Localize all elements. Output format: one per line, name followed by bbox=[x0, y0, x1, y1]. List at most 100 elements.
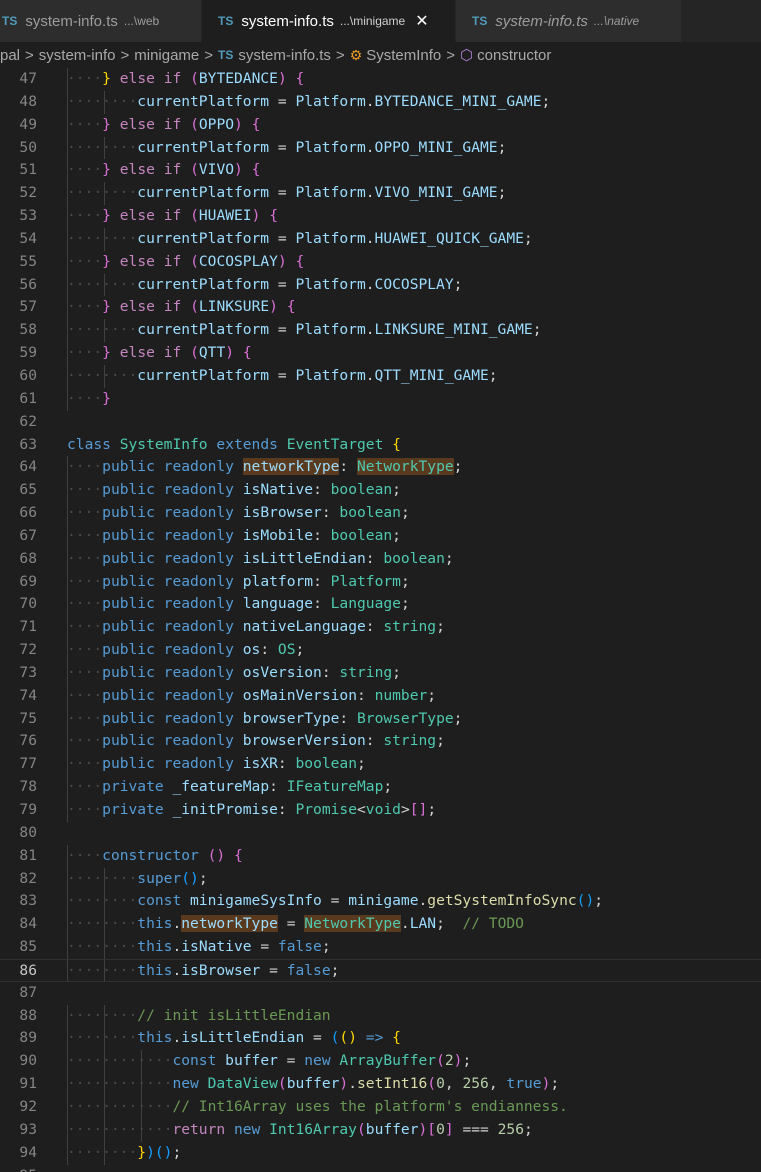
code-line[interactable]: 53 ····} else if (HUAWEI) { bbox=[0, 205, 761, 228]
code-line[interactable]: 70 ····public readonly language: Language… bbox=[0, 593, 761, 617]
code-line[interactable]: 74 ····public readonly osMainVersion: num… bbox=[0, 684, 761, 708]
breadcrumb-item-pal[interactable]: pal bbox=[0, 47, 20, 64]
code-line[interactable]: 81 ····constructor () { bbox=[0, 844, 761, 868]
breadcrumb-item-minigame[interactable]: minigame bbox=[134, 47, 199, 64]
code-token: else bbox=[119, 344, 155, 362]
code-token: Platform bbox=[295, 184, 366, 202]
code-line[interactable]: 64 ····public readonly networkType: Netwo… bbox=[0, 456, 761, 480]
code-token: const bbox=[172, 1052, 217, 1070]
code-line[interactable]: 50 ········currentPlatform = Platform.OPP… bbox=[0, 136, 761, 160]
code-line[interactable]: 83 ········const minigameSysInfo = miniga… bbox=[0, 890, 761, 914]
code-token: false bbox=[277, 938, 322, 956]
code-line[interactable]: 75 ····public readonly browserType: Brows… bbox=[0, 707, 761, 731]
code-token: () bbox=[181, 869, 199, 887]
breadcrumb-item-system-info[interactable]: system-info bbox=[39, 47, 116, 64]
code-line[interactable]: 73 ····public readonly osVersion: string; bbox=[0, 661, 761, 685]
code-content: ····public readonly osMainVersion: numbe… bbox=[67, 685, 436, 708]
breadcrumb-item-class[interactable]: SystemInfo bbox=[366, 47, 441, 64]
typescript-file-icon: TS bbox=[218, 48, 234, 62]
tab-system-info-web[interactable]: TS system-info.ts ...\web bbox=[0, 0, 202, 42]
code-line[interactable]: 91 ············new DataView(buffer).setIn… bbox=[0, 1073, 761, 1096]
close-icon[interactable]: ✕ bbox=[415, 11, 428, 31]
code-line[interactable]: 87 bbox=[0, 982, 761, 1005]
code-token: ) bbox=[146, 1143, 155, 1161]
code-line[interactable]: 48 ········currentPlatform = Platform.BYT… bbox=[0, 90, 761, 114]
code-content: ····constructor () { bbox=[67, 845, 243, 868]
line-number: 48 bbox=[19, 92, 37, 110]
code-line[interactable]: 95 bbox=[0, 1165, 761, 1172]
code-line[interactable]: 85 ········this.isNative = false; bbox=[0, 936, 761, 959]
tab-system-info-native[interactable]: TS system-info.ts ...\native bbox=[456, 0, 682, 42]
code-line[interactable]: 65 ····public readonly isNative: boolean; bbox=[0, 479, 761, 503]
code-line[interactable]: 86 ········this.isBrowser = false; bbox=[0, 958, 761, 982]
code-line[interactable]: 71 ····public readonly nativeLanguage: st… bbox=[0, 616, 761, 640]
code-token: ; bbox=[392, 526, 401, 544]
code-line[interactable]: 60 ········currentPlatform = Platform.QTT… bbox=[0, 364, 761, 388]
code-line[interactable]: 59 ····} else if (QTT) { bbox=[0, 342, 761, 365]
code-token: ; bbox=[523, 229, 533, 247]
code-line[interactable]: 90 ············const buffer = new ArrayBu… bbox=[0, 1050, 761, 1074]
breadcrumb-item-method[interactable]: constructor bbox=[477, 47, 551, 64]
code-line[interactable]: 55 ····} else if (COCOSPLAY) { bbox=[0, 250, 761, 274]
code-line[interactable]: 58 ········currentPlatform = Platform.LIN… bbox=[0, 319, 761, 343]
code-line[interactable]: 78 ····private _featureMap: IFeatureMap; bbox=[0, 776, 761, 799]
indent-whitespace: ···· bbox=[67, 298, 103, 316]
code-content: ····} bbox=[67, 388, 111, 411]
code-token: ; bbox=[453, 275, 463, 293]
indent-whitespace: ···· bbox=[67, 504, 103, 522]
code-line[interactable]: 68 ····public readonly isLittleEndian: bo… bbox=[0, 547, 761, 571]
code-line[interactable]: 52 ········currentPlatform = Platform.VIV… bbox=[0, 182, 761, 206]
code-line[interactable]: 88 ········// init isLittleEndian bbox=[0, 1004, 761, 1028]
code-token: public bbox=[102, 481, 155, 499]
code-line[interactable]: 94 ········})(); bbox=[0, 1141, 761, 1165]
code-line[interactable]: 69 ····public readonly platform: Platform… bbox=[0, 570, 761, 594]
code-line[interactable]: 54 ········currentPlatform = Platform.HUA… bbox=[0, 227, 761, 251]
line-number: 74 bbox=[19, 686, 37, 704]
code-token: [] bbox=[409, 801, 428, 818]
code-token: this bbox=[137, 961, 173, 979]
code-line[interactable]: 47 ····} else if (BYTEDANCE) { bbox=[0, 68, 761, 91]
code-editor[interactable]: 47 ····} else if (BYTEDANCE) {48 ········c… bbox=[0, 68, 761, 1172]
code-content: ············// Int16Array uses the platf… bbox=[67, 1096, 568, 1119]
code-line[interactable]: 61 ····} bbox=[0, 387, 761, 411]
code-token: public bbox=[102, 618, 155, 636]
code-line[interactable]: 92 ············// Int16Array uses the pla… bbox=[0, 1095, 761, 1119]
code-line[interactable]: 82 ········super(); bbox=[0, 867, 761, 891]
code-line[interactable]: 76 ····public readonly browserVersion: st… bbox=[0, 730, 761, 754]
code-line[interactable]: 62 bbox=[0, 411, 761, 434]
code-token: private bbox=[102, 778, 164, 796]
code-token: . bbox=[172, 1029, 182, 1047]
indent-whitespace: ············ bbox=[67, 1097, 173, 1115]
editor-tab-bar: TS system-info.ts ...\web TS system-info… bbox=[0, 0, 761, 42]
code-line[interactable]: 72 ····public readonly os: OS; bbox=[0, 639, 761, 662]
line-number: 67 bbox=[19, 526, 37, 544]
code-line[interactable]: 80 bbox=[0, 822, 761, 845]
code-line[interactable]: 89 ········this.isLittleEndian = (() => { bbox=[0, 1027, 761, 1051]
code-token: this bbox=[137, 1029, 173, 1047]
code-token: ) bbox=[234, 161, 243, 179]
tab-system-info-minigame[interactable]: TS system-info.ts ...\minigame ✕ bbox=[202, 0, 456, 42]
line-number: 80 bbox=[19, 823, 37, 841]
code-line[interactable]: 93 ············return new Int16Array(buff… bbox=[0, 1118, 761, 1142]
code-line[interactable]: 56 ········currentPlatform = Platform.COC… bbox=[0, 273, 761, 297]
code-line[interactable]: 66 ····public readonly isBrowser: boolean… bbox=[0, 502, 761, 525]
code-token: = bbox=[269, 138, 296, 156]
code-line[interactable]: 84 ········this.networkType = NetworkType… bbox=[0, 913, 761, 937]
indent-whitespace: ···· bbox=[67, 641, 103, 659]
code-line[interactable]: 67 ····public readonly isMobile: boolean; bbox=[0, 524, 761, 548]
code-line[interactable]: 51 ····} else if (VIVO) { bbox=[0, 159, 761, 183]
code-line[interactable]: 79 ····private _initPromise: Promise<void… bbox=[0, 799, 761, 822]
code-content: ····public readonly language: Language; bbox=[67, 593, 410, 616]
code-token: ArrayBuffer bbox=[339, 1052, 437, 1070]
line-number: 78 bbox=[19, 778, 37, 796]
code-line[interactable]: 77 ····public readonly isXR: boolean; bbox=[0, 753, 761, 777]
code-token: currentPlatform bbox=[137, 184, 270, 202]
code-line[interactable]: 49 ····} else if (OPPO) { bbox=[0, 113, 761, 137]
breadcrumb-item-file[interactable]: system-info.ts bbox=[238, 47, 331, 64]
code-line[interactable]: 57 ····} else if (LINKSURE) { bbox=[0, 296, 761, 320]
code-line[interactable]: 63 class SystemInfo extends EventTarget { bbox=[0, 434, 761, 457]
indent-whitespace: ···· bbox=[67, 572, 103, 590]
